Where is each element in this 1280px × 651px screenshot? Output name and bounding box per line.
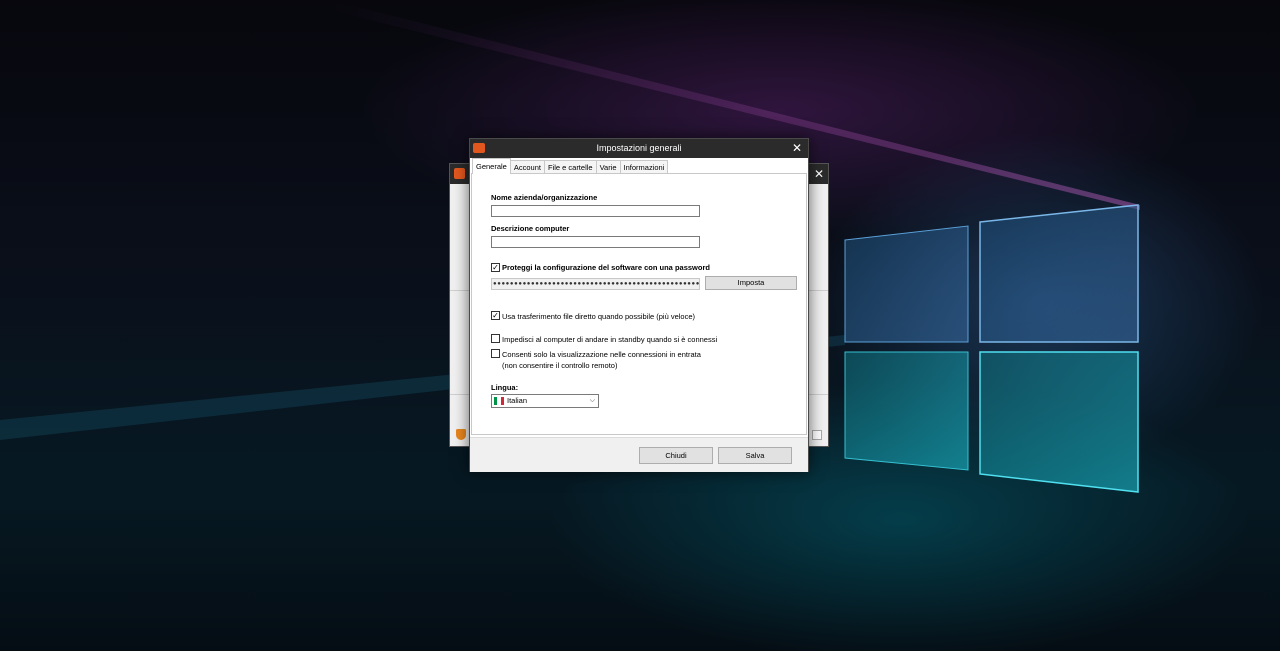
prevent-standby-label: Impedisci al computer di andare in stand…	[502, 335, 718, 344]
italian-flag-icon	[494, 397, 504, 405]
tab-panel-generale: Nome azienda/organizzazione Descrizione …	[471, 173, 807, 435]
protect-config-checkbox[interactable]: ✓	[491, 263, 500, 272]
set-password-button[interactable]: Imposta	[705, 276, 797, 290]
app-logo-icon	[454, 168, 465, 179]
dialog-title: Impostazioni generali	[596, 143, 682, 153]
settings-dialog: Impostazioni generali ✕ Generale Account…	[469, 138, 809, 472]
dialog-footer: Chiudi Salva	[470, 437, 808, 472]
chevron-down-icon: ⌵	[589, 397, 595, 404]
tab-file-e-cartelle[interactable]: File e cartelle	[543, 160, 597, 174]
prevent-standby-checkbox[interactable]	[491, 334, 500, 343]
tab-informazioni[interactable]: Informazioni	[619, 160, 669, 174]
language-value: Italian	[507, 396, 528, 405]
tab-generale[interactable]: Generale	[472, 158, 511, 174]
view-only-label-line1: Consenti solo la visualizzazione nelle c…	[502, 350, 701, 359]
direct-transfer-label: Usa trasferimento file diretto quando po…	[502, 312, 696, 321]
tab-account[interactable]: Account	[509, 160, 545, 174]
password-field[interactable]: ●●●●●●●●●●●●●●●●●●●●●●●●●●●●●●●●●●●●●●●●…	[491, 278, 700, 290]
company-name-label: Nome azienda/organizzazione	[491, 193, 598, 202]
close-icon[interactable]: ✕	[792, 139, 802, 158]
app-logo-icon	[473, 143, 485, 153]
tab-bar: Generale Account File e cartelle Varie I…	[472, 158, 669, 174]
shield-icon	[456, 429, 466, 440]
computer-description-input[interactable]	[491, 236, 700, 248]
company-name-input[interactable]	[491, 205, 700, 217]
dialog-titlebar: Impostazioni generali ✕	[470, 139, 808, 158]
direct-transfer-checkbox[interactable]: ✓	[491, 311, 500, 320]
view-only-checkbox[interactable]	[491, 349, 500, 358]
close-button[interactable]: Chiudi	[639, 447, 713, 464]
language-label: Lingua:	[491, 383, 519, 392]
language-select[interactable]: Italian ⌵	[491, 394, 599, 408]
background-close-icon[interactable]: ✕	[814, 166, 824, 182]
computer-description-label: Descrizione computer	[491, 224, 570, 233]
view-only-label-line2: (non consentire il controllo remoto)	[502, 361, 618, 370]
tab-varie[interactable]: Varie	[595, 160, 621, 174]
background-checkbox[interactable]	[812, 430, 822, 440]
protect-config-label: Proteggi la configurazione del software …	[502, 263, 710, 272]
save-button[interactable]: Salva	[718, 447, 792, 464]
